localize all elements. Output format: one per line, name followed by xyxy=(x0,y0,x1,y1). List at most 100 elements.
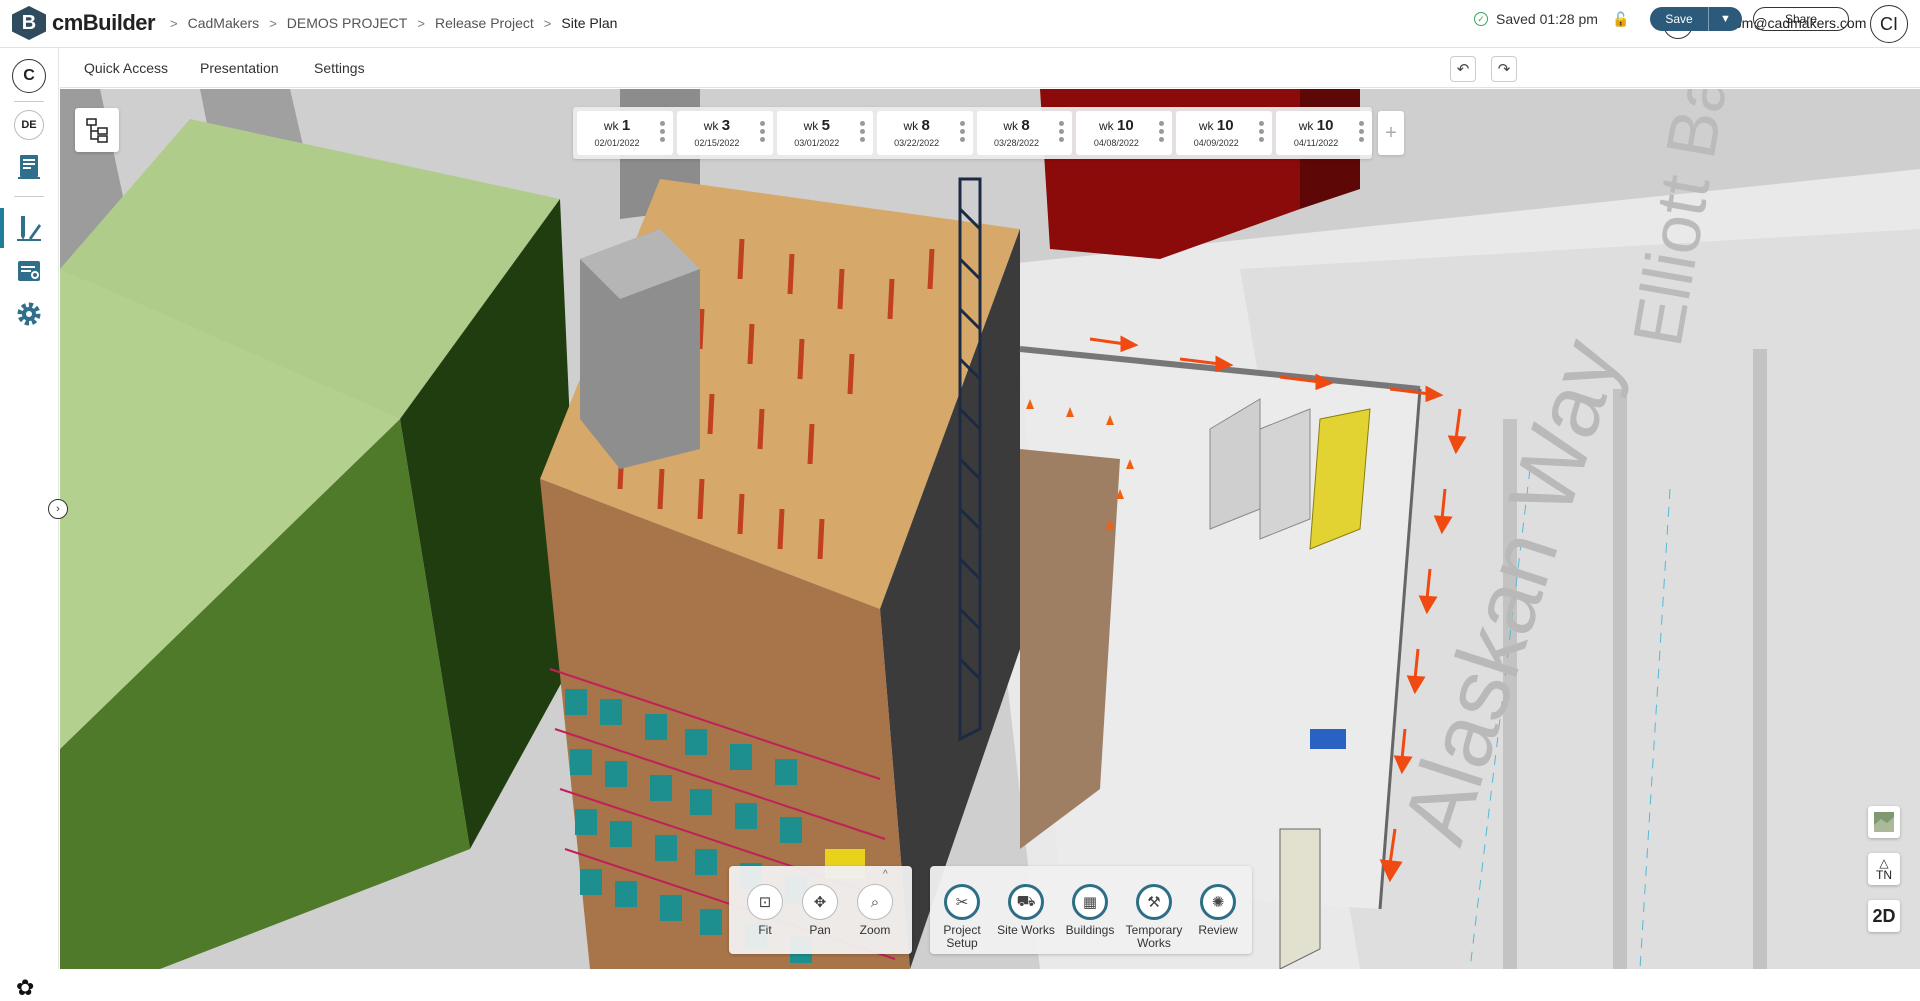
week-prefix: wk xyxy=(1099,119,1114,133)
main-toolbar: ✂ Project Setup ⛟ Site Works ▦ Buildings… xyxy=(930,866,1252,954)
temporary-works-button[interactable]: ⚒ Temporary Works xyxy=(1124,884,1184,950)
logo-mark: B xyxy=(12,6,46,40)
apps-menu-icon[interactable]: ✿ xyxy=(16,975,34,1001)
temporary-works-icon: ⚒ xyxy=(1136,884,1172,920)
week-prefix: wk xyxy=(1003,119,1018,133)
week-date: 02/01/2022 xyxy=(594,138,640,148)
sidebar-item-site-plan[interactable] xyxy=(12,211,46,245)
drag-handle-icon[interactable] xyxy=(759,121,765,142)
hierarchy-icon xyxy=(86,118,108,143)
week-date: 04/08/2022 xyxy=(1093,138,1139,148)
timeline-week-card[interactable]: wk 1 02/01/2022 xyxy=(577,111,673,155)
chevron-right-icon: > xyxy=(417,15,425,31)
week-date: 04/09/2022 xyxy=(1193,138,1239,148)
week-number: 3 xyxy=(721,117,731,134)
pan-icon: ✥ xyxy=(802,884,838,920)
app-logo[interactable]: B cmBuilder xyxy=(12,6,156,40)
tool-label: Pan xyxy=(809,923,831,937)
timeline-week-card[interactable]: wk 5 03/01/2022 xyxy=(776,111,873,155)
redo-button[interactable]: ↷ xyxy=(1491,56,1517,82)
menu-presentation[interactable]: Presentation xyxy=(200,60,279,76)
project-switcher[interactable]: DE xyxy=(14,110,44,140)
company-switcher[interactable]: C xyxy=(12,59,46,93)
site-3d-model: Alaskan Way Elliott Bay T xyxy=(60,89,1920,969)
tool-label: Buildings xyxy=(1065,923,1115,937)
save-status-text: Saved 01:28 pm xyxy=(1496,11,1598,27)
breadcrumb-item-project-group[interactable]: DEMOS PROJECT xyxy=(287,15,408,31)
menu-quick-access[interactable]: Quick Access xyxy=(84,60,168,76)
week-prefix: wk xyxy=(903,119,919,133)
review-button[interactable]: ✺ Review xyxy=(1188,884,1248,937)
true-north-button[interactable]: △ TN xyxy=(1868,853,1900,885)
tool-label: Project Setup xyxy=(943,923,981,950)
avatar[interactable]: CI xyxy=(1870,5,1908,43)
week-date: 04/11/2022 xyxy=(1293,138,1339,148)
true-north-label: TN xyxy=(1876,868,1892,882)
satellite-map-icon xyxy=(1874,812,1894,832)
sidebar-item-documents[interactable] xyxy=(12,150,46,184)
active-indicator xyxy=(0,208,4,248)
timeline-week-card[interactable]: wk 10 04/09/2022 xyxy=(1176,111,1273,155)
fit-button[interactable]: ⊡ Fit xyxy=(735,884,795,937)
site-works-icon: ⛟ xyxy=(1008,884,1044,920)
share-button[interactable]: Share xyxy=(1753,7,1849,31)
tool-label: Zoom xyxy=(859,923,891,937)
timeline-week-card[interactable]: wk 8 03/22/2022 xyxy=(876,111,973,155)
drag-handle-icon[interactable] xyxy=(1359,121,1364,142)
tool-label: Fit xyxy=(758,923,772,937)
drag-handle-icon[interactable] xyxy=(859,121,865,142)
chevron-up-icon[interactable]: ^ xyxy=(883,869,888,880)
model-tree-button[interactable] xyxy=(75,108,119,152)
schedule-icon xyxy=(18,261,40,281)
save-status: ✓ Saved 01:28 pm xyxy=(1474,11,1598,27)
undo-button[interactable]: ↶ xyxy=(1450,56,1476,82)
zoom-button[interactable]: ⌕ Zoom xyxy=(845,884,905,937)
week-prefix: wk xyxy=(603,119,619,133)
app-name: cmBuilder xyxy=(52,10,156,35)
lock-icon[interactable]: 🔓 xyxy=(1612,11,1629,28)
save-button-group: Save ▼ xyxy=(1650,7,1742,31)
expand-sidebar-button[interactable]: › xyxy=(48,499,68,519)
week-number: 10 xyxy=(1316,117,1334,134)
breadcrumb-item-project[interactable]: Release Project xyxy=(435,15,534,31)
menu-settings[interactable]: Settings xyxy=(314,60,365,76)
gear-icon xyxy=(17,302,41,326)
breadcrumb-item-company[interactable]: CadMakers xyxy=(188,15,260,31)
drag-handle-icon[interactable] xyxy=(959,121,965,142)
add-timeline-step-button[interactable]: + xyxy=(1378,111,1404,155)
week-prefix: wk xyxy=(1198,119,1214,133)
save-options-button[interactable]: ▼ xyxy=(1708,7,1742,31)
top-bar: B cmBuilder > CadMakers > DEMOS PROJECT … xyxy=(0,0,1920,48)
timeline-week-card[interactable]: wk 3 02/15/2022 xyxy=(676,111,773,155)
review-icon: ✺ xyxy=(1200,884,1236,920)
pan-button[interactable]: ✥ Pan xyxy=(790,884,850,937)
site-plan-3d-viewport[interactable]: Alaskan Way Elliott Bay T xyxy=(60,89,1920,969)
timeline-week-card[interactable]: wk 10 04/08/2022 xyxy=(1076,111,1173,155)
site-works-button[interactable]: ⛟ Site Works xyxy=(996,884,1056,937)
week-date: 03/01/2022 xyxy=(794,138,840,148)
week-date: 02/15/2022 xyxy=(694,138,740,148)
rail-divider xyxy=(14,101,44,102)
drag-handle-icon[interactable] xyxy=(1159,121,1165,142)
drag-handle-icon[interactable] xyxy=(1059,121,1065,142)
basemap-toggle-button[interactable] xyxy=(1868,806,1900,838)
week-date: 03/22/2022 xyxy=(894,138,940,148)
project-setup-button[interactable]: ✂ Project Setup xyxy=(932,884,992,950)
buildings-button[interactable]: ▦ Buildings xyxy=(1060,884,1120,937)
design-tools-icon xyxy=(17,216,41,241)
view-mode-toggle[interactable]: 2D xyxy=(1868,900,1900,932)
week-prefix: wk xyxy=(703,119,719,133)
sidebar-item-schedule[interactable] xyxy=(12,254,46,288)
timeline-week-card[interactable]: wk 10 04/11/2022 xyxy=(1276,111,1372,155)
chevron-right-icon: > xyxy=(269,15,277,31)
drag-handle-icon[interactable] xyxy=(659,121,665,142)
drag-handle-icon[interactable] xyxy=(1259,121,1265,142)
sidebar-item-settings[interactable] xyxy=(12,297,46,331)
timeline-week-card[interactable]: wk 8 03/28/2022 xyxy=(976,111,1073,155)
tool-label: Review xyxy=(1198,923,1238,937)
save-button[interactable]: Save xyxy=(1650,7,1708,31)
project-setup-icon: ✂ xyxy=(944,884,980,920)
chevron-right-icon: > xyxy=(170,15,178,31)
week-prefix: wk xyxy=(803,119,819,133)
zoom-icon: ⌕ xyxy=(857,884,893,920)
